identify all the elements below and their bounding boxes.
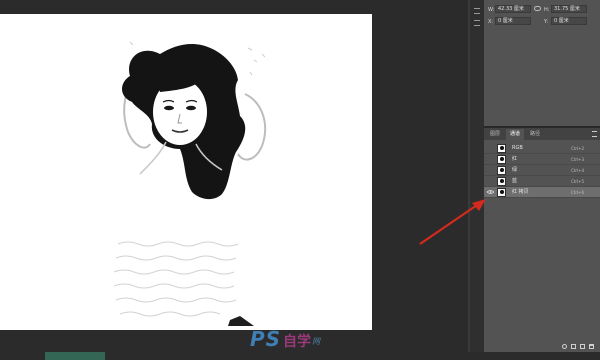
channel-row-blue[interactable]: 蓝 Ctrl+5 xyxy=(484,176,600,187)
channel-shortcut: Ctrl+2 xyxy=(571,146,585,151)
channel-shortcut: Ctrl+5 xyxy=(571,179,585,184)
channel-row-green[interactable]: 绿 Ctrl+4 xyxy=(484,165,600,176)
save-selection-icon[interactable] xyxy=(571,344,576,349)
channel-thumbnail xyxy=(497,177,506,186)
collapsed-panel-strip xyxy=(470,0,484,352)
properties-panel: W: 42.33 厘米 H: 31.75 厘米 X: 0 厘米 Y: 0 厘米 xyxy=(484,0,600,126)
channel-row-red-copy[interactable]: 红 拷贝 Ctrl+6 xyxy=(484,187,600,198)
channel-shortcut: Ctrl+4 xyxy=(571,168,585,173)
channel-thumbnail xyxy=(497,166,506,175)
eye-icon[interactable] xyxy=(487,190,494,194)
tab-paths[interactable]: 路径 xyxy=(526,129,544,140)
channel-thumbnail xyxy=(497,144,506,153)
channel-name: 绿 xyxy=(512,167,518,173)
canvas-area[interactable] xyxy=(0,0,468,352)
channel-name: RGB xyxy=(512,145,523,151)
link-icon[interactable] xyxy=(534,6,541,11)
width-field[interactable]: 42.33 厘米 xyxy=(495,5,531,13)
channel-name: 红 xyxy=(512,156,518,162)
channel-name: 蓝 xyxy=(512,178,518,184)
watermark-logo-cn: 自学 xyxy=(283,334,311,350)
panel-menu-icon[interactable] xyxy=(592,131,597,137)
tab-layers[interactable]: 图层 xyxy=(486,129,504,140)
x-label: X: xyxy=(488,19,494,25)
channel-name: 红 拷贝 xyxy=(512,189,529,195)
tab-channels[interactable]: 通道 xyxy=(506,129,524,140)
channel-shortcut: Ctrl+6 xyxy=(571,190,585,195)
watermark-logo-suffix: 网 xyxy=(312,337,320,346)
panel-tabs: 图层 通道 路径 xyxy=(484,128,600,140)
x-field[interactable]: 0 厘米 xyxy=(495,17,531,25)
channel-shortcut: Ctrl+3 xyxy=(571,157,585,162)
channels-panel: 图层 通道 路径 RGB Ctrl+2 红 Ctrl+3 绿 Ctrl+4 蓝 … xyxy=(484,128,600,352)
woman-photo-image xyxy=(0,14,372,330)
height-label: H: xyxy=(544,7,550,13)
delete-channel-icon[interactable] xyxy=(589,344,594,349)
history-icon[interactable] xyxy=(474,8,480,14)
channel-thumbnail xyxy=(497,188,506,197)
y-field[interactable]: 0 厘米 xyxy=(551,17,587,25)
watermark-logo: PS xyxy=(250,327,282,351)
properties-icon[interactable] xyxy=(474,20,480,26)
channel-row-red[interactable]: 红 Ctrl+3 xyxy=(484,154,600,165)
height-field[interactable]: 31.75 厘米 xyxy=(551,5,587,13)
channel-actions xyxy=(484,343,600,352)
width-label: W: xyxy=(488,7,495,13)
taskbar-highlight xyxy=(45,352,105,360)
channel-thumbnail xyxy=(497,155,506,164)
load-selection-icon[interactable] xyxy=(562,344,567,349)
document-image[interactable] xyxy=(0,14,372,330)
new-channel-icon[interactable] xyxy=(580,344,585,349)
channel-row-rgb[interactable]: RGB Ctrl+2 xyxy=(484,143,600,154)
y-label: Y: xyxy=(544,19,549,25)
